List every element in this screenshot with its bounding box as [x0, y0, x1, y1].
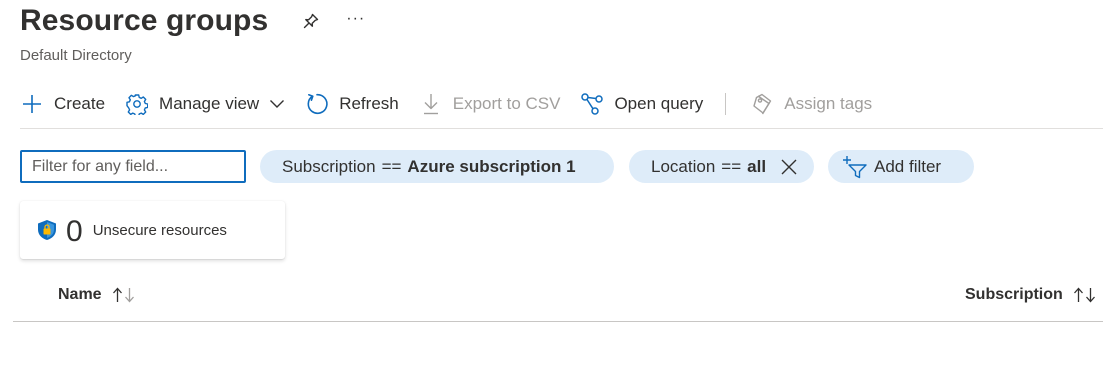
- create-button[interactable]: Create: [20, 86, 105, 122]
- refresh-icon: [305, 92, 329, 116]
- close-icon[interactable]: [780, 158, 798, 176]
- title-row: Resource groups ···: [20, 4, 365, 38]
- more-options-icon[interactable]: ···: [346, 11, 365, 27]
- column-header-name[interactable]: Name: [58, 286, 136, 304]
- chevron-down-icon: [269, 99, 285, 109]
- gear-icon: [125, 92, 149, 116]
- export-csv-label: Export to CSV: [452, 94, 561, 113]
- location-filter-key: Location: [651, 156, 716, 176]
- command-bar: Create Manage view Refresh Export to CSV…: [20, 86, 892, 122]
- refresh-button[interactable]: Refresh: [305, 86, 399, 122]
- column-subscription-label: Subscription: [965, 286, 1063, 303]
- tag-icon: [750, 92, 774, 116]
- open-query-button[interactable]: Open query: [580, 86, 703, 122]
- page-subtitle: Default Directory: [20, 47, 132, 64]
- pin-icon[interactable]: [300, 10, 322, 32]
- export-csv-button[interactable]: Export to CSV: [419, 86, 561, 122]
- assign-tags-label: Assign tags: [784, 94, 873, 113]
- add-filter-label: Add filter: [874, 156, 942, 176]
- assign-tags-button[interactable]: Assign tags: [750, 86, 872, 122]
- refresh-label: Refresh: [339, 94, 399, 113]
- plus-icon: [20, 92, 44, 116]
- location-filter-operator: ==: [721, 156, 742, 176]
- security-shield-icon: [36, 219, 58, 241]
- download-icon: [419, 92, 443, 116]
- add-filter-icon: [842, 155, 868, 179]
- table-header-divider: [13, 321, 1103, 322]
- resource-groups-page: Resource groups ··· Default Directory Cr…: [0, 0, 1103, 382]
- manage-view-label: Manage view: [159, 94, 260, 113]
- sort-icon: [1073, 287, 1097, 303]
- subscription-filter-operator: ==: [381, 156, 402, 176]
- subscription-filter-key: Subscription: [282, 156, 376, 176]
- add-filter-button[interactable]: Add filter: [828, 150, 974, 183]
- unsecure-label: Unsecure resources: [92, 221, 227, 239]
- location-filter-pill[interactable]: Location == all: [629, 150, 814, 183]
- page-title: Resource groups: [20, 4, 269, 37]
- subscription-filter-value: Azure subscription 1: [407, 156, 576, 176]
- subscription-filter-pill[interactable]: Subscription == Azure subscription 1: [260, 150, 614, 183]
- manage-view-button[interactable]: Manage view: [125, 86, 285, 122]
- create-button-label: Create: [54, 94, 106, 113]
- filter-search-input[interactable]: [20, 150, 246, 183]
- sort-ascending-icon: [112, 287, 136, 303]
- unsecure-resources-card[interactable]: 0 Unsecure resources: [20, 201, 285, 259]
- location-filter-value: all: [747, 156, 767, 176]
- toolbar-divider: [20, 128, 1103, 129]
- column-header-subscription[interactable]: Subscription: [965, 286, 1097, 304]
- query-graph-icon: [580, 92, 604, 116]
- unsecure-count: 0: [66, 215, 83, 248]
- column-name-label: Name: [58, 286, 102, 303]
- toolbar-separator: [725, 93, 727, 115]
- open-query-label: Open query: [614, 94, 704, 113]
